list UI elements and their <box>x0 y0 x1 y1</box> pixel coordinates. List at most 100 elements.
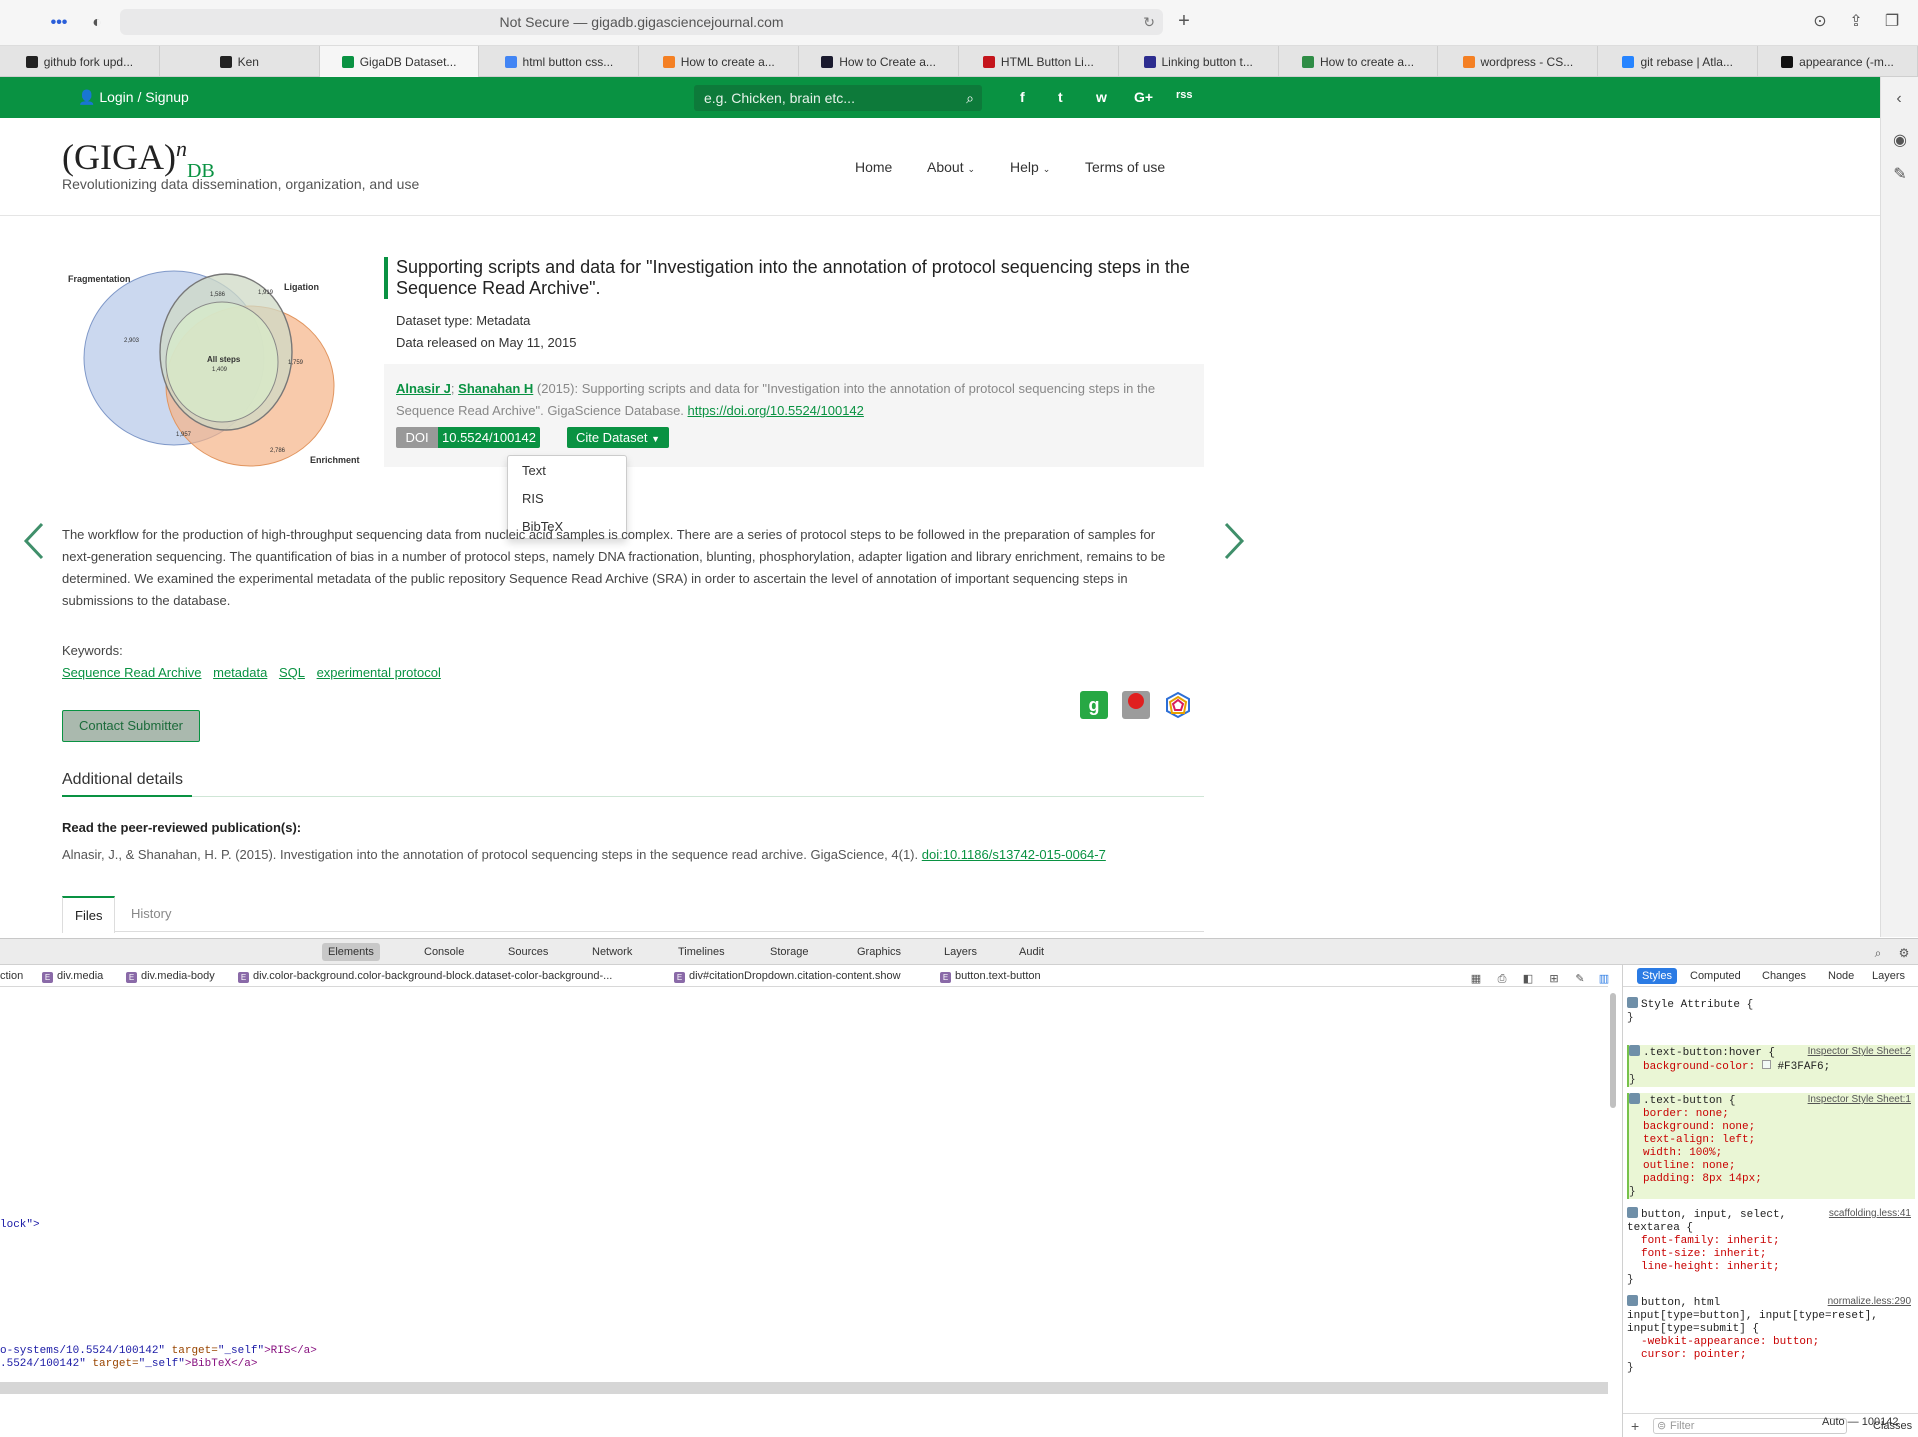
browser-tab[interactable]: How to Create a... <box>799 46 959 77</box>
breadcrumb-item[interactable]: ction <box>0 965 23 986</box>
dark-mode-icon[interactable]: ◧ <box>1520 969 1536 989</box>
keyword-link[interactable]: SQL <box>279 665 305 680</box>
inspector-tab-elements[interactable]: Elements <box>322 943 380 961</box>
rss-icon[interactable]: rss <box>1176 89 1193 101</box>
nav-about[interactable]: About ⌄ <box>927 159 975 175</box>
google-plus-icon[interactable]: G+ <box>1134 89 1153 105</box>
reload-icon[interactable]: ↻ <box>1143 9 1155 35</box>
contact-submitter-button[interactable]: Contact Submitter <box>62 710 200 742</box>
inspector-tab-storage[interactable]: Storage <box>764 943 815 961</box>
tab-files[interactable]: Files <box>62 896 116 933</box>
dom-line[interactable]: .5524/100142" target="_self">BibTeX</a> <box>0 1358 257 1370</box>
keyword-link[interactable]: Sequence Read Archive <box>62 665 201 680</box>
doi-url-link[interactable]: https://doi.org/10.5524/100142 <box>688 403 864 418</box>
facebook-icon[interactable]: f <box>1020 89 1025 105</box>
dom-line[interactable]: o-systems/10.5524/100142" target="_self"… <box>0 1345 317 1357</box>
inspector-tab-layers[interactable]: Layers <box>938 943 983 961</box>
hover-rule[interactable]: .text-button:hover { Inspector Style She… <box>1627 1045 1915 1087</box>
inspector-tab-graphics[interactable]: Graphics <box>851 943 907 961</box>
sidebar-toggle-icon[interactable]: ▥ <box>1596 969 1612 989</box>
cite-option-ris[interactable]: RIS <box>522 491 544 506</box>
nav-home[interactable]: Home <box>855 159 892 175</box>
doi-badge[interactable]: 10.5524/100142 <box>438 427 540 448</box>
dom-tree[interactable]: lock"> o-systems/10.5524/100142" target=… <box>0 987 1608 1437</box>
browser-tab[interactable]: How to create a... <box>1279 46 1439 77</box>
keyword-link[interactable]: experimental protocol <box>317 665 441 680</box>
altmetric-icon[interactable] <box>1164 691 1192 719</box>
styles-tab-styles[interactable]: Styles <box>1637 968 1677 984</box>
downloads-icon[interactable]: ⊙ <box>1810 12 1830 32</box>
stylesheet-link[interactable]: Inspector Style Sheet:1 <box>1808 1093 1911 1106</box>
inspector-tab-audit[interactable]: Audit <box>1013 943 1050 961</box>
stylesheet-link[interactable]: normalize.less:290 <box>1828 1295 1911 1308</box>
search-icon[interactable]: ⌕ <box>966 85 974 111</box>
vertical-scrollbar[interactable] <box>1610 993 1616 1108</box>
cite-option-text[interactable]: Text <box>522 463 546 478</box>
chevron-left-icon[interactable]: ‹ <box>1891 89 1907 109</box>
print-icon[interactable]: ⎙ <box>1494 969 1510 989</box>
publication-doi-link[interactable]: doi:10.1186/s13742-015-0064-7 <box>922 847 1106 862</box>
styles-tab-changes[interactable]: Changes <box>1757 968 1811 984</box>
author-link[interactable]: Shanahan H <box>458 381 533 396</box>
tab-overview-icon[interactable]: ❐ <box>1882 12 1902 32</box>
inspector-tab-sources[interactable]: Sources <box>502 943 554 961</box>
inspector-tab-network[interactable]: Network <box>586 943 638 961</box>
tab-history[interactable]: History <box>119 896 183 932</box>
twitter-icon[interactable]: t <box>1058 89 1063 105</box>
browser-tab[interactable]: GigaDB Dataset... <box>319 46 480 77</box>
dom-line[interactable]: lock"> <box>0 1219 40 1231</box>
address-bar[interactable]: Not Secure — gigadb.gigasciencejournal.c… <box>120 9 1163 35</box>
gear-icon[interactable]: ⚙ <box>1896 943 1912 963</box>
shield-icon[interactable]: ◐ <box>88 13 106 33</box>
styles-tab-computed[interactable]: Computed <box>1685 968 1746 984</box>
browser-tab[interactable]: HTML Button Li... <box>959 46 1119 77</box>
breadcrumb-item[interactable]: Ediv#citationDropdown.citation-content.s… <box>674 965 901 986</box>
note-icon[interactable]: ✎ <box>1891 165 1909 185</box>
eye-icon[interactable]: ◉ <box>1891 131 1909 151</box>
nav-help[interactable]: Help ⌄ <box>1010 159 1050 175</box>
browser-tab[interactable]: wordpress - CS... <box>1438 46 1599 77</box>
author-link[interactable]: Alnasir J <box>396 381 451 396</box>
styles-tab-layers[interactable]: Layers <box>1867 968 1910 984</box>
browser-tab[interactable]: github fork upd... <box>0 46 160 77</box>
weibo-icon[interactable]: w <box>1096 89 1107 105</box>
new-tab-icon[interactable]: + <box>1174 11 1194 31</box>
browser-tab[interactable]: Ken <box>160 46 320 77</box>
next-arrow-icon[interactable] <box>1218 516 1248 566</box>
login-signup-link[interactable]: 👤 Login / Signup <box>78 89 189 106</box>
inspector-tab-console[interactable]: Console <box>418 943 470 961</box>
previous-arrow-icon[interactable] <box>20 516 50 566</box>
cite-dataset-button[interactable]: Cite Dataset ▼ <box>567 427 669 448</box>
stylesheet-link[interactable]: scaffolding.less:41 <box>1829 1207 1911 1220</box>
google-scholar-icon[interactable]: g <box>1080 691 1108 719</box>
styles-tab-node[interactable]: Node <box>1823 968 1859 984</box>
add-rule-icon[interactable]: + <box>1631 1418 1639 1434</box>
browser-tab[interactable]: html button css... <box>479 46 640 77</box>
text-button-rule[interactable]: .text-button { Inspector Style Sheet:1 b… <box>1627 1093 1915 1199</box>
extensions-icon[interactable]: ••• <box>48 13 70 33</box>
stylesheet-link[interactable]: Inspector Style Sheet:2 <box>1808 1045 1911 1058</box>
horizontal-scrollbar[interactable] <box>0 1382 1608 1394</box>
share-icon[interactable]: ⇪ <box>1846 12 1866 32</box>
site-search-input[interactable]: e.g. Chicken, brain etc... ⌕ <box>694 85 982 111</box>
breadcrumb-item[interactable]: Ediv.color-background.color-background-b… <box>238 965 612 986</box>
inspector-tab-timelines[interactable]: Timelines <box>672 943 731 961</box>
styles-filter-input[interactable]: ⊜ Filter <box>1653 1418 1847 1434</box>
style-attribute-rule[interactable]: Style Attribute { } <box>1627 997 1915 1025</box>
browser-tab[interactable]: How to create a... <box>639 46 800 77</box>
layout-icon[interactable]: ▦ <box>1468 969 1484 989</box>
breadcrumb-item[interactable]: Ebutton.text-button <box>940 965 1041 986</box>
nav-terms[interactable]: Terms of use <box>1085 159 1165 175</box>
breadcrumb-item[interactable]: Ediv.media-body <box>126 965 215 986</box>
browser-tab[interactable]: Linking button t... <box>1119 46 1279 77</box>
normalize-rule[interactable]: button, html normalize.less:290 input[ty… <box>1627 1295 1915 1375</box>
grid-icon[interactable]: ⊞ <box>1546 969 1562 989</box>
search-icon[interactable]: ⌕ <box>1870 943 1886 963</box>
mendeley-icon[interactable] <box>1122 691 1150 719</box>
keyword-link[interactable]: metadata <box>213 665 267 680</box>
browser-tab[interactable]: git rebase | Atla... <box>1598 46 1759 77</box>
scaffolding-rule[interactable]: button, input, select, scaffolding.less:… <box>1627 1207 1915 1287</box>
breadcrumb-item[interactable]: Ediv.media <box>42 965 103 986</box>
browser-tab[interactable]: appearance (-m... <box>1758 46 1918 77</box>
pencil-icon[interactable]: ✎ <box>1572 969 1588 989</box>
